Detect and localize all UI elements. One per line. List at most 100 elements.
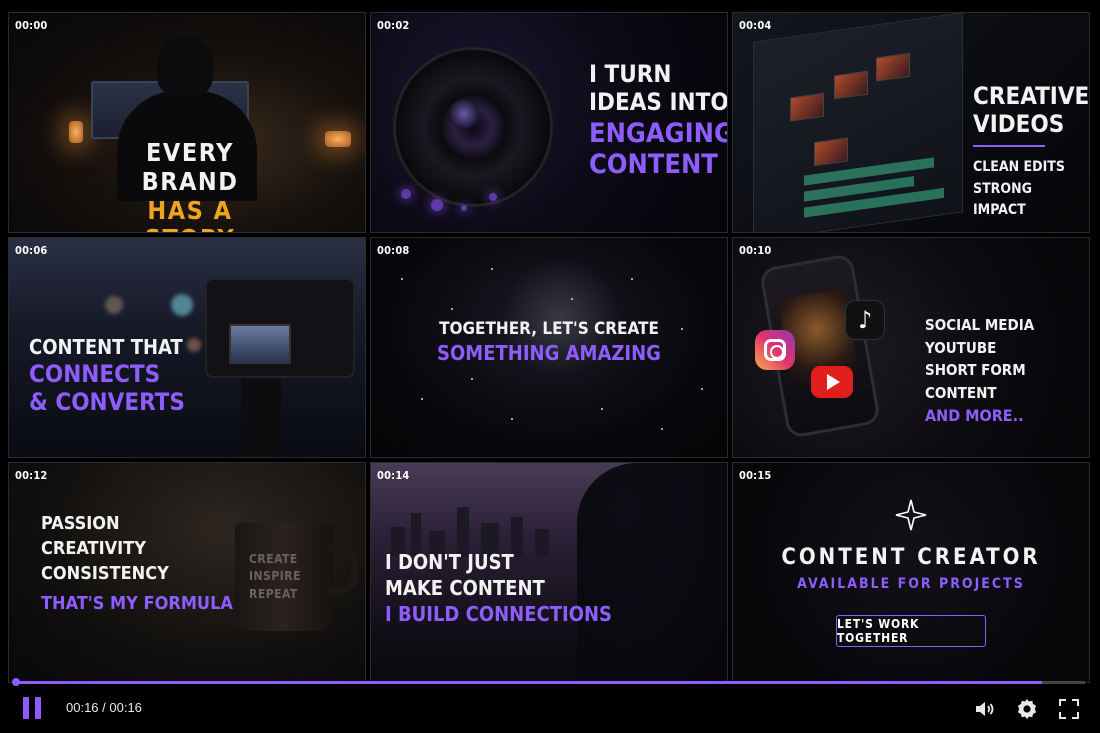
caption-line: CREATIVE [973,82,1090,110]
star [631,278,633,280]
mug-handle [327,545,359,595]
caption-line: AND MORE.. [925,406,1024,425]
scene-timestamp: 00:04 [739,19,772,32]
star [701,388,703,390]
scene-timestamp: 00:12 [15,469,48,482]
star [601,408,603,410]
pause-icon [23,697,29,719]
lens-glint [449,99,479,129]
scene-tile-6: 00:10 ♪ SOCIAL MEDIA YOUTUBE SHORT FORM … [732,237,1090,458]
caption-line: YOUTUBE [925,338,997,357]
pause-button[interactable] [23,697,43,719]
scene-tile-2: 00:02 I TURN IDEAS INTO ENGAGING CONTENT [370,12,728,233]
caption-line: I DON'T JUST [385,550,514,574]
volume-icon[interactable] [973,697,997,721]
scene-timestamp: 00:15 [739,469,772,482]
caption-line: CLEAN EDITS [973,159,1065,175]
scene-tile-4: 00:06 CONTENT THAT CONNECTS & CONVERTS [8,237,366,458]
caption-line: THAT'S MY FORMULA [41,592,233,614]
bokeh-light [171,294,193,316]
caption-line: SHORT FORM CONTENT [925,361,1026,402]
video-grid: 00:00 EVERY BRAND HAS A STORY 00:02 I TU… [8,12,1091,683]
scene-timestamp: 00:00 [15,19,48,32]
time-display: 00:16 / 00:16 [66,700,142,715]
scene-timestamp: 00:14 [377,469,410,482]
mug-text: CREATE INSPIRE REPEAT [249,551,301,603]
video-thumbnail [876,52,910,82]
city-skyline [371,497,591,557]
pause-icon [35,697,41,719]
caption-line: CONSISTENCY [41,563,169,585]
star [491,268,493,270]
bokeh-light [431,199,443,211]
caption-line: EVERY BRAND [141,138,239,196]
star [451,308,453,310]
star [511,418,513,420]
caption-line: AVAILABLE FOR PROJECTS [797,576,1025,593]
bokeh-light [187,338,201,352]
person-head [157,35,213,97]
progress-bar[interactable] [16,681,1085,684]
editing-software-illustration [753,13,963,232]
video-thumbnail [834,70,868,100]
scene-timestamp: 00:10 [739,244,772,257]
caption-line: STRONG IMPACT [973,180,1032,219]
scene-timestamp: 00:02 [377,19,410,32]
caption-line: CONTENT CREATOR [781,545,1041,570]
caption-line: HAS A STORY [145,195,234,232]
mug-text-line: INSPIRE [249,569,301,584]
lamp-glow [69,121,83,143]
scene-tile-5: 00:08 TOGETHER, LET'S CREATE SOMETHING A… [370,237,728,458]
bokeh-light [105,296,123,314]
tiktok-icon: ♪ [845,300,885,340]
lamp-glow [325,131,351,147]
video-thumbnail [814,137,848,167]
tripod-illustration [241,378,281,457]
scene-tile-3: 00:04 CREATIVE VIDEOS CLEAN EDITS STRONG… [732,12,1090,233]
scene-tile-8: 00:14 I DON'T JUST MAKE CONTENT I BUILD … [370,462,728,683]
caption-line: PASSION [41,513,120,534]
caption-line: CREATIVITY [41,538,146,560]
bokeh-light [461,205,467,211]
bokeh-light [401,189,411,199]
caption-line: IDEAS INTO [589,87,728,116]
progress-fill [16,681,1043,684]
bokeh-light [489,193,497,201]
sparkle-icon [895,499,927,531]
star [401,278,403,280]
scene-tile-9: 00:15 CONTENT CREATOR AVAILABLE FOR PROJ… [732,462,1090,683]
star [471,378,473,380]
caption-line: SOMETHING AMAZING [437,340,661,365]
caption-line: & CONVERTS [29,387,185,416]
youtube-icon [811,366,853,398]
star [421,398,423,400]
scene-timestamp: 00:08 [377,244,410,257]
scene-tile-1: 00:00 EVERY BRAND HAS A STORY [8,12,366,233]
caption-line: I TURN [589,60,672,88]
settings-gear-icon[interactable] [1015,697,1039,721]
camera-illustration [205,278,355,378]
progress-knob[interactable] [12,678,20,686]
fullscreen-icon[interactable] [1057,697,1081,721]
instagram-icon [755,330,795,370]
caption-line: SOCIAL MEDIA [925,316,1035,334]
caption-line: CONTENT THAT [29,335,183,359]
camera-screen [229,324,291,364]
caption-line: CONTENT [589,149,718,181]
divider-line [973,145,1045,147]
caption-line: ENGAGING [589,118,728,150]
caption-line: CONNECTS [29,360,161,388]
lets-work-together-button[interactable]: LET'S WORK TOGETHER [836,615,986,647]
video-thumbnail [790,92,824,122]
mug-text-line: REPEAT [249,586,298,601]
caption-line: VIDEOS [973,109,1065,138]
caption-line: TOGETHER, LET'S CREATE [439,319,659,339]
caption-line: I BUILD CONNECTIONS [385,602,613,626]
mug-text-line: CREATE [249,552,298,566]
camera-lens-illustration [393,47,553,207]
caption-line: MAKE CONTENT [385,576,545,600]
star [661,428,663,430]
star [571,298,573,300]
scene-tile-7: 00:12 CREATE INSPIRE REPEAT PASSION CREA… [8,462,366,683]
scene-timestamp: 00:06 [15,244,48,257]
